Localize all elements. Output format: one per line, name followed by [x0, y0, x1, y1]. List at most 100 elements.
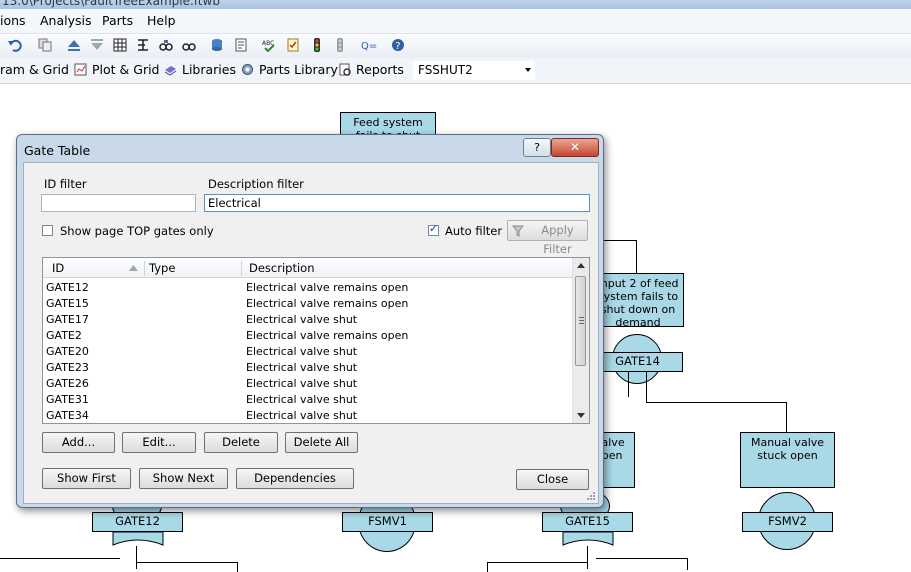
connector-line [587, 546, 588, 569]
menu-analysis[interactable]: Analysis [40, 13, 92, 28]
document-icon[interactable] [234, 38, 248, 52]
show-top-gates-checkbox[interactable] [42, 225, 53, 236]
connector-line [136, 562, 238, 563]
find-event-icon[interactable] [182, 38, 196, 52]
tab-diagram-grid[interactable]: ram & Grid [0, 62, 69, 77]
table-row[interactable]: GATE31 Electrical valve shut [43, 392, 573, 408]
column-header-id[interactable]: ID [52, 261, 64, 275]
resize-grip-icon[interactable] [586, 491, 596, 501]
connector-line [136, 546, 137, 569]
gate-table-grid[interactable]: ID Type Description GATE12 Electrical val… [42, 257, 590, 424]
tab-parts-library[interactable]: Parts Library [241, 62, 338, 77]
auto-filter-label: Auto filter [445, 224, 503, 238]
menu-bar: ions Analysis Parts Help [0, 9, 911, 34]
table-row[interactable]: GATE20 Electrical valve shut [43, 344, 573, 360]
connector-line [646, 372, 647, 402]
dialog-close-x-button[interactable]: ✕ [551, 138, 599, 157]
dependencies-button[interactable]: Dependencies [236, 468, 354, 489]
connector-line [786, 402, 787, 432]
move-down-icon[interactable] [90, 38, 104, 52]
menu-parts[interactable]: Parts [102, 13, 133, 28]
or-gate-symbol [112, 531, 164, 546]
column-header-type[interactable]: Type [149, 261, 175, 275]
table-header: ID Type Description [43, 258, 573, 278]
table-scrollbar[interactable] [572, 258, 589, 423]
manual-valve-box[interactable]: Manual valve stuck open [740, 432, 835, 488]
menu-options[interactable]: ions [0, 13, 26, 28]
delete-all-button[interactable]: Delete All [285, 432, 358, 453]
table-row[interactable]: GATE26 Electrical valve shut [43, 376, 573, 392]
layout-icon[interactable] [136, 38, 150, 52]
column-header-description[interactable]: Description [249, 261, 315, 275]
connector-line [604, 240, 637, 241]
query-icon[interactable]: Q= [361, 38, 379, 52]
table-row[interactable]: GATE15 Electrical valve remains open [43, 296, 573, 312]
tab-libraries[interactable]: Libraries [164, 62, 236, 77]
traffic-light-disabled-icon[interactable] [333, 38, 347, 52]
window-title: 13.0\Projects\FaultTreeExample.ftwb [2, 0, 220, 8]
menu-help[interactable]: Help [147, 13, 176, 28]
dialog-help-button[interactable]: ? [523, 138, 551, 157]
gate12-label[interactable]: GATE12 [92, 512, 183, 532]
connector-line [487, 562, 587, 563]
show-next-button[interactable]: Show Next [139, 468, 228, 489]
description-filter-input[interactable]: Electrical [204, 194, 590, 212]
connector-line [636, 240, 637, 274]
auto-filter-checkbox[interactable] [428, 222, 439, 236]
dialog-body: ID filter Description filter Electrical … [23, 162, 599, 504]
chevron-down-icon [525, 68, 531, 72]
connector-line [628, 372, 629, 397]
scroll-down-icon[interactable] [577, 413, 585, 418]
fsmv1-label[interactable]: FSMV1 [342, 512, 433, 532]
copy-icon[interactable] [38, 38, 52, 52]
table-row[interactable]: GATE23 Electrical valve shut [43, 360, 573, 376]
table-row[interactable]: GATE2 Electrical valve remains open [43, 328, 573, 344]
gate14-label[interactable]: GATE14 [592, 352, 683, 372]
sort-ascending-icon [129, 265, 138, 271]
connector-line [0, 558, 120, 559]
help-icon[interactable]: ? [391, 38, 405, 52]
tab-reports[interactable]: Reports [338, 62, 404, 77]
library-icon [164, 66, 177, 76]
edit-button[interactable]: Edit... [122, 432, 196, 453]
show-first-button[interactable]: Show First [42, 468, 131, 489]
id-filter-input[interactable] [41, 194, 196, 212]
connector-line [646, 402, 787, 403]
scroll-up-icon[interactable] [577, 263, 585, 268]
table-row[interactable]: GATE12 Electrical valve remains open [43, 280, 573, 296]
fsmv2-label[interactable]: FSMV2 [742, 512, 833, 532]
checklist-icon[interactable] [286, 38, 300, 52]
delete-button[interactable]: Delete [204, 432, 278, 453]
window-title-bar: 13.0\Projects\FaultTreeExample.ftwb [0, 0, 911, 9]
page-selector[interactable]: FSSHUT2 [412, 60, 536, 81]
id-filter-label: ID filter [44, 177, 87, 191]
dialog-title: Gate Table [24, 143, 91, 158]
connector-line [687, 558, 688, 570]
database-icon[interactable] [210, 38, 224, 52]
table-row[interactable]: GATE34 Electrical valve shut [43, 408, 573, 423]
table-row[interactable]: GATE17 Electrical valve shut [43, 312, 573, 328]
parts-library-icon [242, 64, 253, 75]
spellcheck-icon[interactable]: ABC [262, 38, 276, 52]
toolbar: ABC Q= ? [0, 34, 911, 59]
or-gate-symbol [562, 531, 614, 546]
apply-filter-button[interactable]: Apply Filter [507, 220, 588, 256]
reports-icon [339, 63, 351, 76]
gate15-label[interactable]: GATE15 [542, 512, 633, 532]
plot-icon [74, 63, 87, 76]
gate-table-dialog: Gate Table ? ✕ ID filter Description fil… [16, 134, 604, 508]
page-selector-value: FSSHUT2 [418, 63, 473, 77]
scrollbar-thumb[interactable] [575, 276, 586, 366]
undo-icon[interactable] [8, 38, 22, 52]
tab-plot-grid[interactable]: Plot & Grid [74, 62, 160, 77]
svg-text:Q=: Q= [361, 41, 377, 52]
traffic-light-icon[interactable] [310, 38, 324, 52]
close-button[interactable]: Close [516, 469, 589, 490]
move-up-icon[interactable] [67, 38, 81, 52]
input2-gate-box[interactable]: Input 2 of feed system fails to shut dow… [592, 273, 684, 329]
find-gate-icon[interactable] [159, 38, 173, 52]
add-button[interactable]: Add... [42, 432, 115, 453]
show-top-gates-label: Show page TOP gates only [60, 224, 214, 238]
grid-icon[interactable] [113, 38, 127, 52]
filter-icon [512, 225, 524, 237]
